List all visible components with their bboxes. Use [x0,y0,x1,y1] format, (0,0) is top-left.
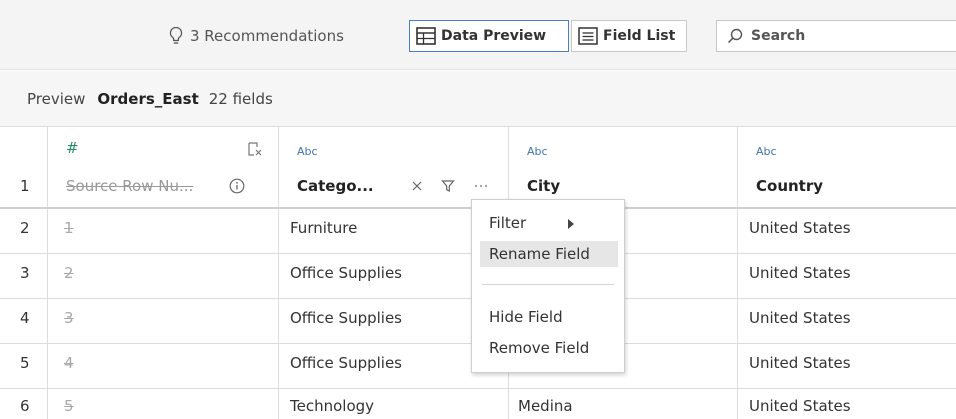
table-cell: United States [749,264,851,282]
preview-label: Preview [27,89,86,108]
table-cell: United States [749,219,851,237]
menu-item-hide-label: Hide Field [489,308,563,326]
menu-divider [482,284,614,285]
row-number: 3 [20,264,30,282]
table-cell: Furniture [290,219,358,237]
field-list-label: Field List [603,28,676,44]
menu-item-rename-field[interactable]: Rename Field [480,241,618,267]
recommendations-button[interactable]: 3 Recommendations [168,24,344,48]
menu-item-rename-label: Rename Field [489,245,590,263]
row-number: 2 [20,219,30,237]
number-type-icon: # [66,139,79,157]
row-number: 6 [20,397,30,415]
table-cell: Office Supplies [290,309,403,327]
field-list-button[interactable]: Field List [571,20,687,52]
menu-item-filter-label: Filter [489,214,527,232]
table-cell: United States [749,397,851,415]
recommendations-label: 3 Recommendations [190,27,344,45]
submenu-arrow-icon [568,219,574,229]
table-cell: 1 [64,219,74,237]
table-cell: Office Supplies [290,264,403,282]
toolbar: 3 Recommendations Data Preview Field Lis… [0,0,956,70]
string-type-icon: Abc [297,145,318,158]
clear-field-icon[interactable] [248,142,262,156]
table-cell: 4 [64,354,74,372]
menu-item-filter[interactable]: Filter [480,210,618,236]
header-row-number: 1 [20,177,30,195]
table-cell: United States [749,354,851,372]
field-name-country[interactable]: Country [756,177,823,195]
column-divider [278,127,279,419]
table-cell: Medina [518,397,573,415]
search-icon [727,28,743,44]
field-name-source-row[interactable]: Source Row Nu... [66,177,193,195]
string-type-icon: Abc [756,145,777,158]
table-cell: 2 [64,264,74,282]
preview-info-bar: Preview Orders_East 22 fields [0,71,956,127]
close-icon[interactable] [411,180,423,192]
string-type-icon: Abc [527,145,548,158]
table-cell: 5 [64,397,74,415]
table-cell: Technology [290,397,375,415]
list-icon [578,27,598,45]
menu-item-remove-label: Remove Field [489,339,590,357]
field-count: 22 fields [208,89,273,108]
row-divider [0,388,956,389]
data-preview-label: Data Preview [441,28,547,44]
filter-icon[interactable] [441,179,455,193]
search-placeholder: Search [751,28,806,44]
table-cell: United States [749,309,851,327]
table-cell: 3 [64,309,74,327]
table-icon [416,27,436,45]
lightbulb-icon [169,26,183,44]
menu-item-remove-field[interactable]: Remove Field [480,335,618,361]
field-context-menu: Filter Rename Field Hide Field Remove Fi… [471,199,625,373]
table-cell: Office Supplies [290,354,403,372]
menu-item-hide-field[interactable]: Hide Field [480,304,618,330]
data-preview-button[interactable]: Data Preview [409,20,569,52]
field-name-category[interactable]: Catego... [297,177,374,195]
more-options-icon[interactable] [474,184,488,188]
source-name: Orders_East [97,89,199,108]
column-divider [737,127,738,419]
field-name-city[interactable]: City [527,177,560,195]
row-number: 4 [20,309,30,327]
info-icon[interactable] [229,178,245,194]
search-input[interactable]: Search [716,20,956,52]
row-number: 5 [20,354,30,372]
